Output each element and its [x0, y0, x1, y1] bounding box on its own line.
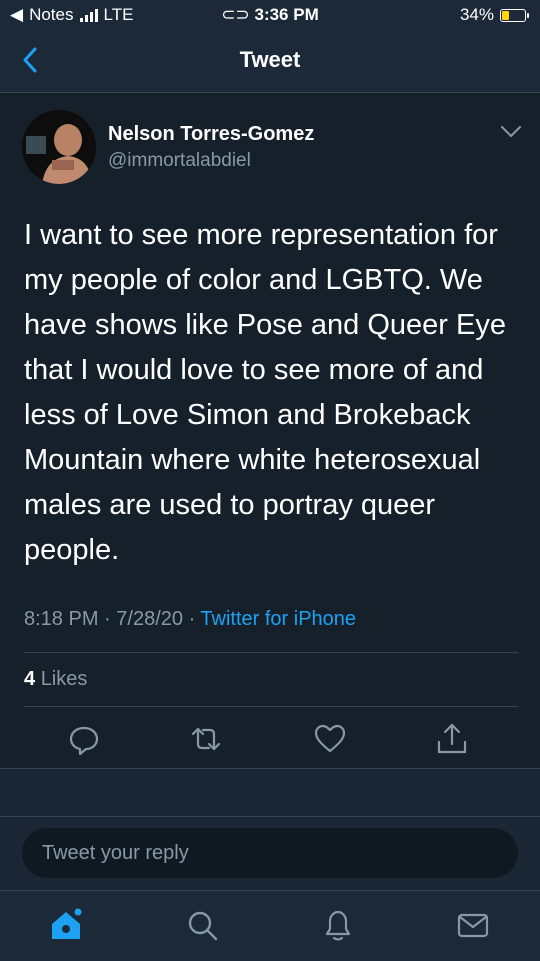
- chevron-down-icon[interactable]: [500, 125, 522, 139]
- avatar[interactable]: [22, 110, 96, 184]
- tab-bar: [0, 890, 540, 961]
- tweet-date: 7/28/20: [116, 608, 183, 630]
- tweet-text: I want to see more representation for my…: [24, 219, 506, 566]
- home-icon[interactable]: [48, 907, 84, 943]
- like-icon[interactable]: [313, 722, 347, 756]
- status-bar: ◀ Notes LTE ⊂⊃ 3:36 PM 34%: [0, 0, 540, 30]
- tweet-time: 8:18 PM: [24, 608, 99, 630]
- reply-input[interactable]: Tweet your reply: [22, 828, 518, 878]
- battery-percent: 34%: [459, 5, 494, 24]
- likes-count[interactable]: 4 Likes: [24, 668, 87, 691]
- share-icon[interactable]: [435, 722, 469, 756]
- tweet-source-link[interactable]: Twitter for iPhone: [200, 608, 356, 630]
- status-time: 3:36 PM: [254, 5, 319, 24]
- page-title: Tweet: [239, 47, 301, 72]
- likes-number: 4: [24, 668, 36, 690]
- battery-icon: [500, 8, 529, 22]
- author-name[interactable]: Nelson Torres-Gomez: [108, 123, 314, 146]
- search-icon[interactable]: [184, 907, 220, 943]
- battery-fill: [502, 10, 509, 20]
- reply-icon[interactable]: [67, 722, 101, 756]
- retweet-icon[interactable]: [189, 722, 223, 756]
- link-icon: ⊂⊃: [221, 5, 250, 24]
- divider: [24, 652, 518, 653]
- messages-icon[interactable]: [455, 907, 491, 943]
- divider: [24, 706, 518, 707]
- notifications-icon[interactable]: [320, 907, 356, 943]
- likes-label: Likes: [40, 668, 88, 690]
- author-handle[interactable]: @immortalabdiel: [108, 150, 251, 172]
- tweet-meta: 8:18 PM · 7/28/20 · Twitter for iPhone: [24, 608, 357, 630]
- nav-bar: Tweet: [0, 30, 540, 93]
